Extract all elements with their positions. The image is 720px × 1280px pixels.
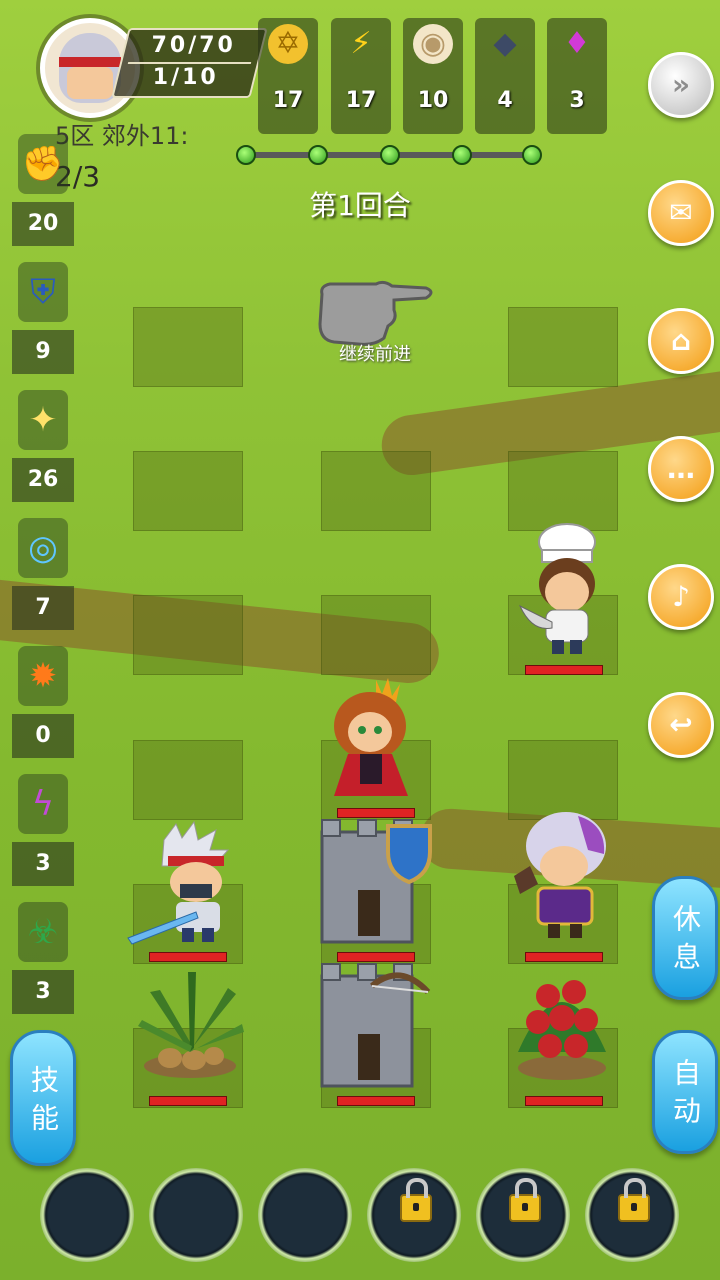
round-progress-bar	[236, 145, 542, 165]
round-label: 第1回合	[309, 189, 411, 222]
ability-slot-locked[interactable]	[585, 1168, 679, 1262]
plant-health-bar	[149, 1096, 227, 1106]
skill-water[interactable]: ◎ 7	[12, 518, 74, 634]
mail-icon: ✉	[669, 196, 693, 229]
princess-unit[interactable]	[326, 674, 416, 804]
chat-icon: …	[667, 452, 695, 485]
resource-stamina: ⚡ 17	[331, 18, 391, 134]
fast-forward-button[interactable]: »	[648, 52, 714, 118]
resource-bun: ◉ 10	[403, 18, 463, 134]
chef-enemy[interactable]	[512, 522, 612, 662]
mage-health-bar	[525, 952, 603, 962]
skill-fireball[interactable]: ✹ 0	[12, 646, 74, 762]
progress-dot	[236, 145, 256, 165]
resource-gem: ♦ 3	[547, 18, 607, 134]
fireball-icon: ✹	[18, 646, 68, 706]
hero-health-bar	[149, 952, 227, 962]
chef-health-bar	[525, 665, 603, 675]
speaker-icon: ♪	[672, 580, 690, 613]
lightning-icon: ⚡	[350, 26, 372, 61]
auto-button[interactable]: 自动	[652, 1030, 718, 1154]
plant-sprite	[138, 972, 244, 1078]
mage-sprite	[514, 812, 606, 938]
shield-icon: ⛨	[18, 262, 68, 322]
guard-tower[interactable]	[312, 812, 436, 948]
resource-ore: ◆ 4	[475, 18, 535, 134]
lightning-bolt-icon: ϟ	[18, 774, 68, 834]
skill-button[interactable]: 技能	[10, 1030, 76, 1166]
gold-coin-icon: ✡	[268, 24, 308, 64]
return-icon: ↩	[669, 708, 693, 741]
avatar-headband	[59, 57, 121, 67]
grid-cell[interactable]	[508, 307, 618, 387]
rest-button[interactable]: 休息	[652, 876, 718, 1000]
hero-sprite	[127, 820, 230, 945]
tomato-plant-health-bar	[525, 1096, 603, 1106]
progress-dot	[452, 145, 472, 165]
crystal-icon: ♦	[563, 26, 591, 61]
grid-cell[interactable]	[133, 307, 243, 387]
ability-slot[interactable]	[149, 1168, 243, 1262]
progress-dot	[522, 145, 542, 165]
poison-icon: ☣	[18, 902, 68, 962]
resource-gold: ✡ 17	[258, 18, 318, 134]
grid-cell[interactable]	[133, 595, 243, 675]
archer-tower[interactable]	[312, 956, 436, 1092]
player-stats-panel: 70/70 1/10	[111, 28, 268, 98]
fast-forward-icon: »	[671, 68, 691, 101]
ability-slot[interactable]	[258, 1168, 352, 1262]
grid-cell[interactable]	[508, 451, 618, 531]
skill-poison[interactable]: ☣ 3	[12, 902, 74, 1018]
archer-tower-sprite	[320, 963, 431, 1088]
continue-label: 继续前进	[339, 344, 411, 365]
skill-shield[interactable]: ⛨ 9	[12, 262, 74, 378]
grid-cell[interactable]	[133, 740, 243, 820]
back-button[interactable]: ↩	[648, 692, 714, 758]
ability-slot-locked[interactable]	[367, 1168, 461, 1262]
bun-icon: ◉	[413, 24, 453, 64]
grid-cell[interactable]	[321, 595, 431, 675]
home-icon: ⌂	[670, 324, 692, 357]
energy-value: 1/10	[152, 65, 219, 90]
grid-cell[interactable]	[133, 451, 243, 531]
plant-unit[interactable]	[130, 962, 250, 1082]
guard-tower-sprite	[320, 819, 432, 944]
ability-slot[interactable]	[40, 1168, 134, 1262]
continue-button[interactable]: 继续前进	[314, 276, 436, 366]
tomato-plant-unit[interactable]	[508, 962, 616, 1084]
lock-icon	[618, 1178, 650, 1222]
grid-cell[interactable]	[321, 451, 431, 531]
lock-icon	[509, 1178, 541, 1222]
ability-slot-locked[interactable]	[476, 1168, 570, 1262]
mail-button[interactable]: ✉	[648, 180, 714, 246]
chef-sprite	[518, 523, 596, 654]
skill-fist[interactable]: ✊ 20	[12, 134, 74, 250]
lock-icon	[400, 1178, 432, 1222]
skill-holy-flame[interactable]: ✦ 26	[12, 390, 74, 506]
tomato-plant-sprite	[518, 980, 606, 1080]
fist-icon: ✊	[18, 134, 68, 194]
holy-flame-icon: ✦	[18, 390, 68, 450]
chat-button[interactable]: …	[648, 436, 714, 502]
sound-button[interactable]: ♪	[648, 564, 714, 630]
ore-icon: ◆	[493, 26, 517, 61]
archer-tower-health-bar	[337, 1096, 415, 1106]
avatar-face	[67, 67, 113, 99]
progress-dot	[380, 145, 400, 165]
home-button[interactable]: ⌂	[648, 308, 714, 374]
princess-sprite	[334, 678, 408, 796]
water-orb-icon: ◎	[18, 518, 68, 578]
area-label: 5区 郊外11:	[55, 122, 189, 150]
skill-lightning[interactable]: ϟ 3	[12, 774, 74, 890]
hero-unit[interactable]	[124, 820, 250, 950]
progress-dot	[308, 145, 328, 165]
mage-enemy[interactable]	[508, 806, 622, 946]
hp-value: 70/70	[151, 33, 236, 58]
